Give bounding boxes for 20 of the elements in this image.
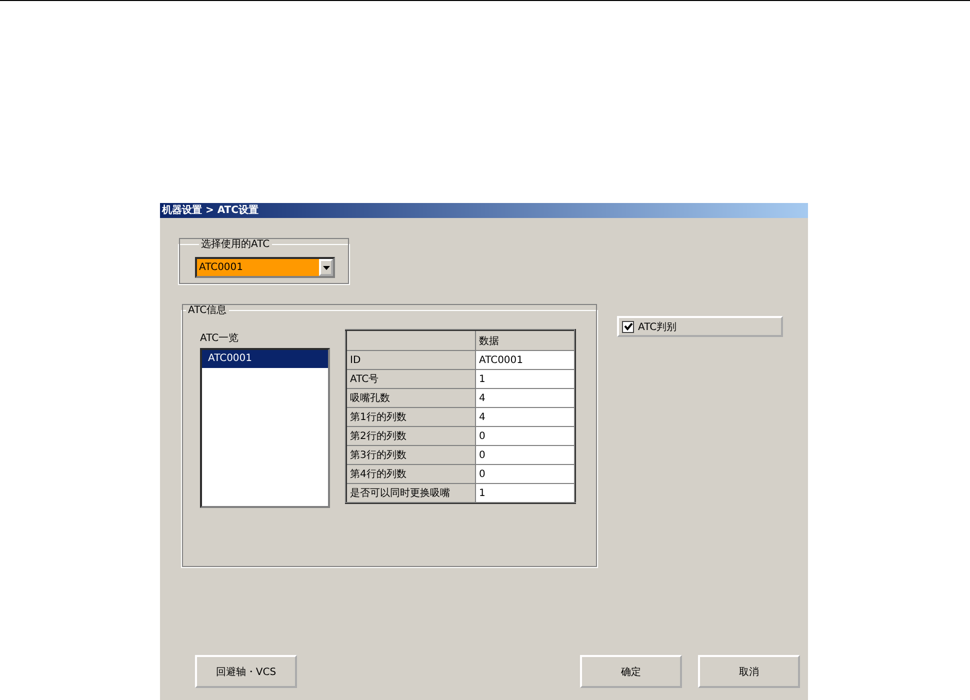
row-header: 第1行的列数: [346, 408, 476, 426]
row-header: ATC号: [346, 370, 476, 388]
window-title: 机器设置 > ATC设置: [160, 203, 808, 218]
row-header: 第2行的列数: [346, 426, 476, 446]
dialog-button[interactable]: 取消: [698, 655, 800, 688]
group-label: 选择使用的ATC: [200, 238, 271, 251]
row-header: ID: [346, 350, 476, 370]
checkbox[interactable]: [622, 320, 634, 332]
row-header: 是否可以同时更换吸嘴: [346, 484, 476, 503]
row-header: 第3行的列数: [346, 446, 476, 464]
atc-check-button[interactable]: ATC判别: [617, 316, 783, 337]
list-item[interactable]: ATC0001: [202, 350, 328, 368]
row-header: 第4行的列数: [346, 464, 476, 484]
dialog-button[interactable]: 回避轴・VCS: [195, 655, 297, 688]
atc-dropdown[interactable]: ATC0001: [195, 257, 335, 278]
column-header: 数据: [476, 330, 575, 350]
list-label: ATC一览: [200, 333, 240, 345]
group-label: ATC信息: [187, 304, 228, 317]
dialog-button[interactable]: 确定: [580, 655, 682, 688]
row-header: 吸嘴孔数: [346, 388, 476, 408]
